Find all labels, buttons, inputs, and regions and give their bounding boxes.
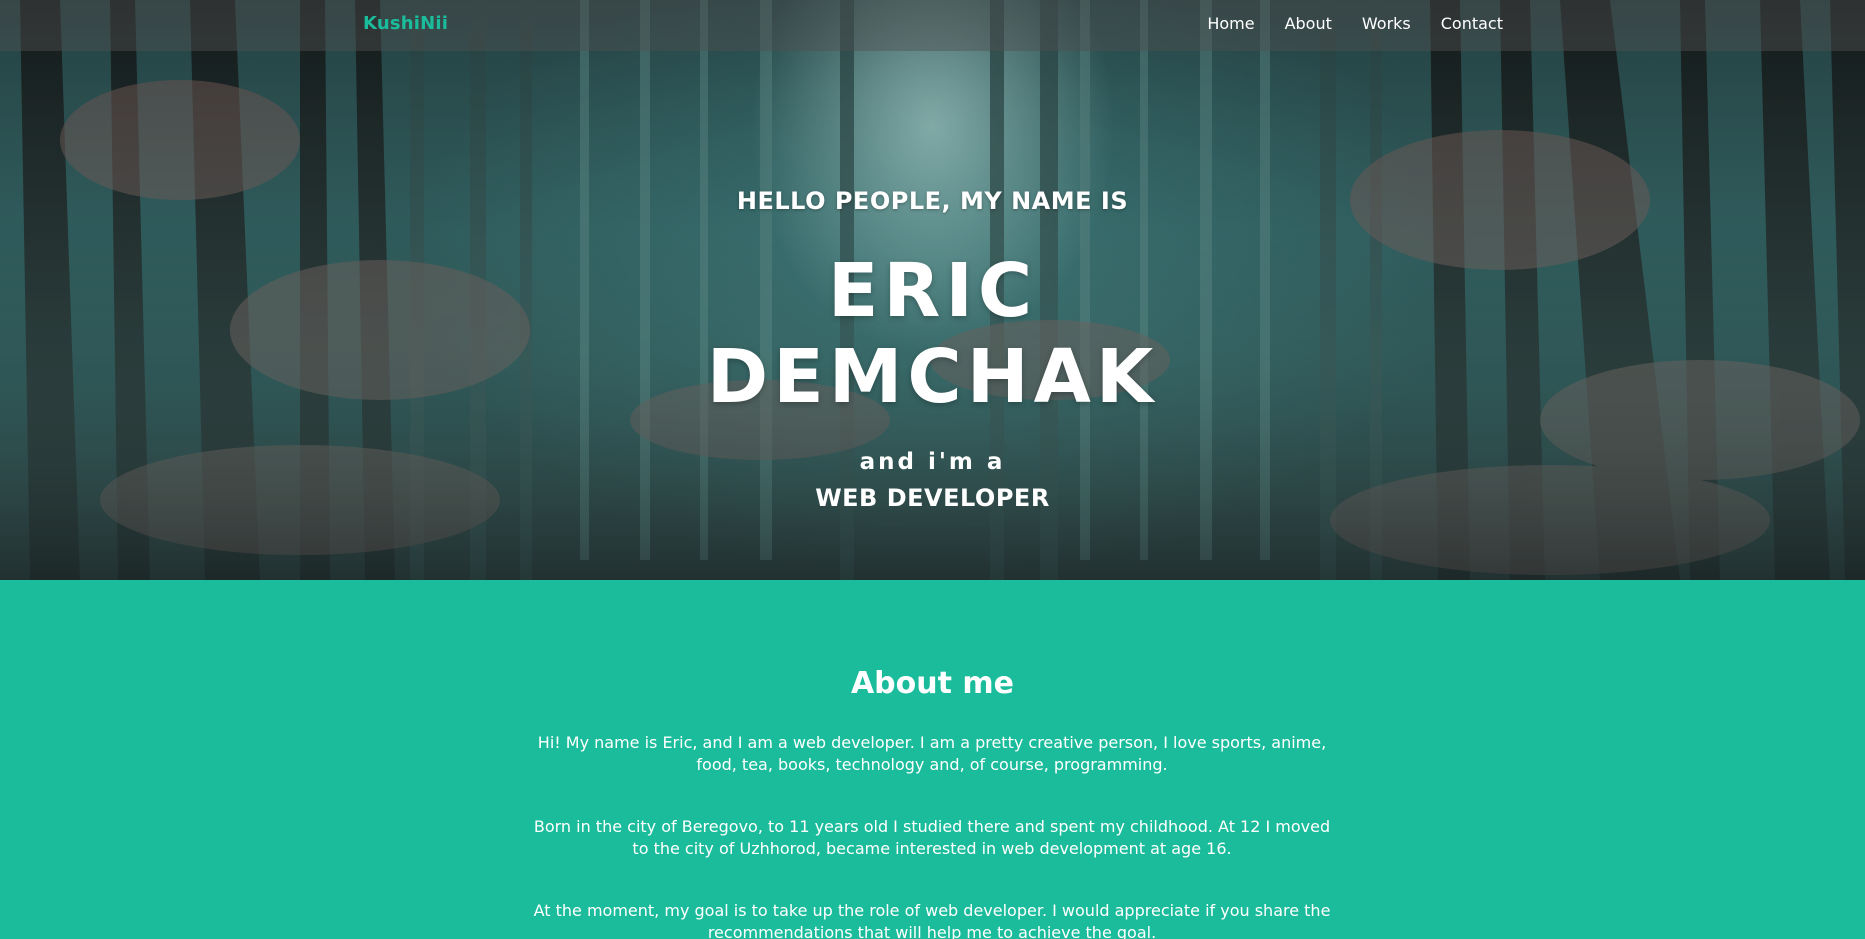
nav-link-home[interactable]: Home: [1207, 14, 1254, 33]
nav-link-about[interactable]: About: [1285, 14, 1332, 33]
hero-greeting: HELLO PEOPLE, MY NAME IS: [736, 187, 1129, 215]
about-title: About me: [850, 666, 1015, 701]
nav-link-contact[interactable]: Contact: [1441, 14, 1503, 33]
nav-links: Home About Works Contact: [1177, 14, 1503, 33]
nav-link-works[interactable]: Works: [1362, 14, 1411, 33]
hero-section: HELLO PEOPLE, MY NAME IS ERIC DEMCHAK an…: [0, 0, 1865, 580]
hero-first-name: ERIC: [827, 248, 1038, 334]
hero-role: WEB DEVELOPER: [815, 484, 1050, 512]
about-paragraph-background: Born in the city of Beregovo, to 11 year…: [533, 817, 1331, 858]
about-paragraph-intro: Hi! My name is Eric, and I am a web deve…: [537, 733, 1327, 774]
hero-subtitle: and i'm a: [859, 449, 1006, 475]
navbar: KushiNii Home About Works Contact: [0, 0, 1865, 51]
about-paragraph-goal: At the moment, my goal is to take up the…: [533, 901, 1331, 939]
hero-last-name: DEMCHAK: [706, 334, 1159, 420]
page: HELLO PEOPLE, MY NAME IS ERIC DEMCHAK an…: [0, 0, 1865, 939]
site-logo[interactable]: KushiNii: [363, 13, 448, 34]
about-section: About me Hi! My name is Eric, and I am a…: [0, 580, 1865, 939]
